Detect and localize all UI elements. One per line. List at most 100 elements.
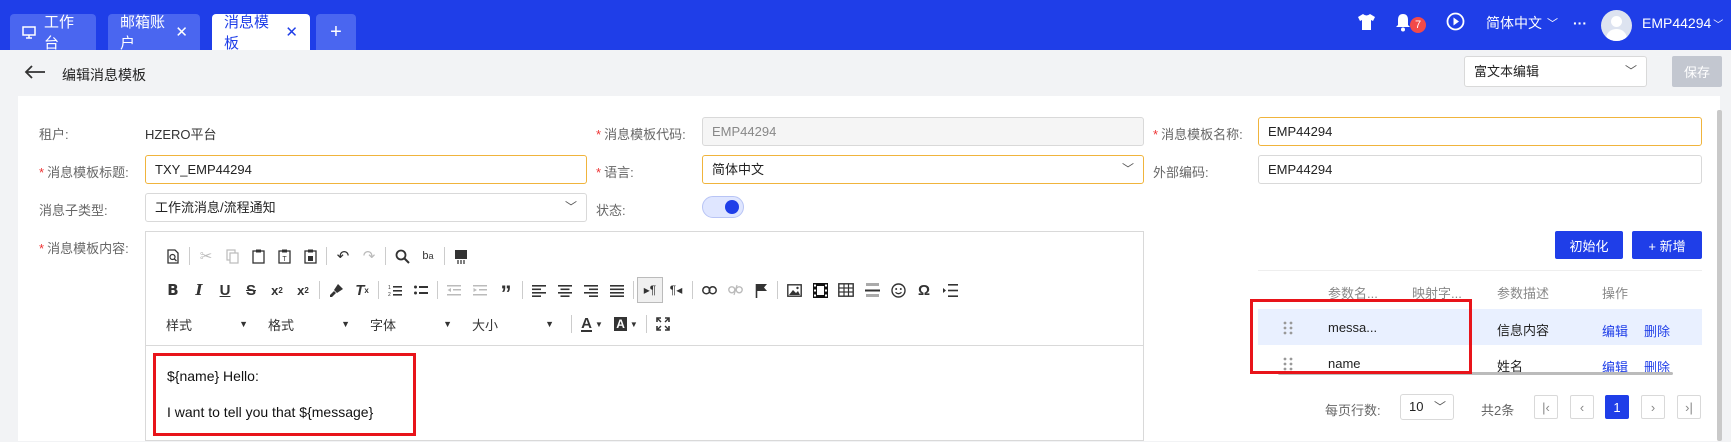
tab-workbench[interactable]: 工作台 (10, 14, 96, 52)
superscript-icon[interactable]: x2 (290, 277, 316, 303)
table-icon[interactable] (833, 277, 859, 303)
cut-icon[interactable]: ✂ (193, 243, 219, 269)
external-code-field[interactable]: EMP44294 (1258, 155, 1702, 184)
redo-icon[interactable]: ↷ (356, 243, 382, 269)
template-title-field[interactable]: TXY_EMP44294 (145, 155, 587, 184)
preview-icon[interactable] (160, 243, 186, 269)
avatar[interactable] (1601, 10, 1632, 41)
svg-text:T: T (282, 256, 287, 263)
monitor-icon (22, 25, 36, 39)
numbered-list-icon[interactable]: 12 (382, 277, 408, 303)
clear-format-icon[interactable]: Tx (349, 277, 375, 303)
status-toggle[interactable] (702, 196, 744, 218)
language-label: 简体中文 (1486, 15, 1542, 31)
page-break-icon[interactable] (937, 277, 963, 303)
template-name-field[interactable]: EMP44294 (1258, 117, 1702, 146)
tenant-label: 租户: (39, 127, 69, 142)
tab-message-template[interactable]: 消息模板 ✕ (212, 14, 310, 52)
horizontal-rule-icon[interactable] (859, 277, 885, 303)
page-size-select[interactable]: 10 ﹀ (1400, 394, 1454, 420)
style-dropdown[interactable]: 样式 ▼ (160, 312, 254, 336)
save-button[interactable]: 保存 (1672, 56, 1722, 87)
search-icon[interactable] (389, 243, 415, 269)
last-page-button[interactable]: ›| (1677, 395, 1701, 419)
close-icon[interactable]: ✕ (175, 23, 188, 41)
next-page-button[interactable]: › (1641, 395, 1665, 419)
chevron-down-icon: ﹀ (564, 200, 577, 214)
underline-icon[interactable]: U (212, 277, 238, 303)
blockquote-icon[interactable]: ” (493, 277, 519, 306)
more-menu[interactable]: ··· (1573, 0, 1587, 46)
subtype-label: 消息子类型: (39, 203, 108, 218)
outdent-icon[interactable] (441, 277, 467, 303)
initialize-button[interactable]: 初始化 (1555, 231, 1623, 259)
size-dropdown[interactable]: 大小 ▼ (466, 312, 560, 336)
language-select[interactable]: 简体中文 ﹀ (702, 155, 1144, 184)
bold-icon[interactable]: B (160, 277, 186, 303)
emoji-icon[interactable] (885, 277, 911, 303)
tab-mail-account[interactable]: 邮箱账户 ✕ (108, 14, 200, 52)
italic-icon[interactable]: I (186, 277, 212, 303)
template-name-label: * 消息模板名称: (1153, 127, 1243, 142)
editor-mode-value: 富文本编辑 (1474, 64, 1540, 79)
align-justify-icon[interactable] (604, 277, 630, 303)
video-icon[interactable] (807, 277, 833, 303)
plus-icon: + (330, 20, 342, 43)
svg-text:2: 2 (388, 292, 391, 297)
content-label: * 消息模板内容: (39, 241, 129, 256)
rtl-icon[interactable]: ¶◂ (663, 277, 689, 303)
special-char-icon[interactable]: Ω (911, 277, 937, 303)
link-icon[interactable] (696, 277, 722, 303)
back-arrow-icon[interactable] (24, 64, 46, 83)
subtype-select[interactable]: 工作流消息/流程通知 ﹀ (145, 193, 587, 222)
username: EMP44294 (1642, 15, 1712, 31)
strikethrough-icon[interactable]: S (238, 277, 264, 303)
copy-icon[interactable] (219, 243, 245, 269)
format-dropdown-label: 格式 (268, 317, 295, 333)
undo-icon[interactable]: ↶ (330, 243, 356, 269)
column-header-actions: 操作 (1602, 286, 1629, 301)
shirt-icon[interactable] (1357, 13, 1376, 34)
toolbar-row-1: ✂ T ↶ ↷ ba (146, 239, 1143, 273)
font-dropdown[interactable]: 字体 ▼ (364, 312, 458, 336)
replace-icon[interactable]: ba (415, 243, 441, 269)
close-icon[interactable]: ✕ (285, 23, 298, 41)
delete-link[interactable]: 删除 (1644, 321, 1670, 340)
text-color-icon[interactable]: A ▼ (575, 311, 609, 337)
page-size-value: 10 (1409, 399, 1424, 414)
first-page-button[interactable]: |‹ (1534, 395, 1558, 419)
align-center-icon[interactable] (552, 277, 578, 303)
scrollbar[interactable] (1717, 110, 1722, 441)
image-icon[interactable] (781, 277, 807, 303)
add-tab-button[interactable]: + (316, 14, 356, 50)
indent-icon[interactable] (467, 277, 493, 303)
align-right-icon[interactable] (578, 277, 604, 303)
bullet-list-icon[interactable] (408, 277, 434, 303)
brush-icon[interactable] (323, 277, 349, 303)
editor-mode-select[interactable]: 富文本编辑 ﹀ (1464, 56, 1647, 87)
unlink-icon[interactable] (722, 277, 748, 303)
align-left-icon[interactable] (526, 277, 552, 303)
subtype-value: 工作流消息/流程通知 (155, 200, 276, 215)
paste-text-icon[interactable]: T (271, 243, 297, 269)
user-menu[interactable]: EMP44294 ﹀ (1642, 0, 1723, 46)
add-param-button[interactable]: + 新增 (1632, 231, 1702, 259)
background-color-icon[interactable]: A ▼ (609, 311, 643, 337)
paste-icon[interactable] (245, 243, 271, 269)
caret-down-icon: ▼ (443, 319, 452, 329)
subscript-icon[interactable]: x2 (264, 277, 290, 303)
edit-link[interactable]: 编辑 (1602, 321, 1628, 340)
page-header: 编辑消息模板 富文本编辑 ﹀ 保存 (0, 50, 1731, 96)
language-selector[interactable]: 简体中文 ﹀ (1486, 0, 1558, 46)
maximize-icon[interactable] (650, 311, 676, 337)
caret-down-icon: ▼ (341, 319, 350, 329)
paste-word-icon[interactable] (297, 243, 323, 269)
anchor-flag-icon[interactable] (748, 277, 774, 303)
prev-page-button[interactable]: ‹ (1570, 395, 1594, 419)
format-dropdown[interactable]: 格式 ▼ (262, 312, 356, 336)
page-number-current[interactable]: 1 (1605, 395, 1629, 419)
play-circle-icon[interactable] (1446, 12, 1465, 34)
select-all-icon[interactable] (448, 243, 474, 269)
ltr-icon[interactable]: ▸¶ (637, 277, 663, 303)
tab-label: 邮箱账户 (120, 14, 166, 52)
